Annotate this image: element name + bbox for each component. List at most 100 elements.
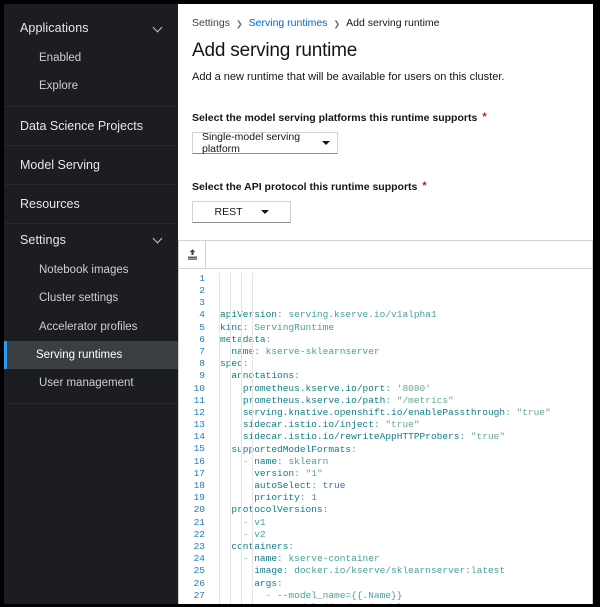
- line-number: 28: [179, 602, 205, 604]
- editor-toolbar: [179, 240, 592, 269]
- nav-group-resources: Resources: [4, 185, 178, 224]
- line-number: 9: [199, 370, 205, 382]
- platform-field-label: Select the model serving platforms this …: [192, 112, 579, 124]
- code-line[interactable]: spec:: [220, 358, 592, 370]
- sidebar-item-accelerator-profiles[interactable]: Accelerator profiles: [4, 313, 178, 341]
- line-number: 6: [199, 333, 205, 345]
- protocol-select[interactable]: REST: [192, 200, 291, 223]
- line-number: 18: [193, 480, 205, 492]
- line-number: 21: [193, 516, 205, 528]
- code-line[interactable]: image: docker.io/kserve/sklearnserver:la…: [220, 565, 592, 577]
- code-editor-area[interactable]: 1 2 3 4 5 6 7 8 9 10 11 12 13 14 15 16 17 18 19 20 21 22 23 24 2…: [179, 268, 592, 604]
- sidebar-item-applications[interactable]: Applications: [4, 12, 178, 44]
- line-number: 3: [199, 297, 205, 309]
- protocol-field-label: Select the API protocol this runtime sup…: [192, 181, 579, 193]
- breadcrumb-separator-icon: ❯: [235, 19, 243, 28]
- page-title: Add serving runtime: [192, 40, 358, 61]
- nav-group-settings: Settings Notebook images Cluster setting…: [4, 224, 178, 404]
- code-line[interactable]: serving.knative.openshift.io/enablePasst…: [220, 407, 592, 419]
- line-number: 7: [199, 345, 205, 357]
- breadcrumb-item-settings: Settings: [192, 17, 230, 29]
- chevron-down-icon: [322, 140, 330, 145]
- chevron-down-icon: [260, 209, 269, 214]
- sidebar-item-label: Applications: [20, 21, 89, 35]
- line-number: 25: [193, 565, 205, 577]
- sidebar-item-explore[interactable]: Explore: [4, 72, 178, 100]
- sidebar-item-model-serving[interactable]: Model Serving: [4, 146, 178, 184]
- code-line[interactable]: autoSelect: true: [220, 480, 592, 492]
- line-number: 11: [193, 394, 205, 406]
- code-line[interactable]: sidecar.istio.io/inject: "true": [220, 419, 592, 431]
- editor-code-content[interactable]: apiVersion: serving.kserve.io/v1alpha1 ki…: [212, 272, 592, 604]
- code-line[interactable]: sidecar.istio.io/rewriteAppHTTPProbers: …: [220, 431, 592, 443]
- code-line[interactable]: - v2: [220, 529, 592, 541]
- line-number: 2: [199, 285, 205, 297]
- page-description: Add a new runtime that will be available…: [192, 71, 505, 83]
- line-number: 20: [193, 504, 205, 516]
- sidebar-item-label: Settings: [20, 232, 66, 247]
- sidebar-item-settings[interactable]: Settings: [4, 224, 178, 256]
- code-line[interactable]: annotations:: [220, 370, 592, 382]
- line-number: 26: [193, 577, 205, 589]
- chevron-down-icon[interactable]: [153, 234, 164, 245]
- line-number: 17: [193, 467, 205, 479]
- line-number: 5: [199, 321, 205, 333]
- sidebar-item-serving-runtimes[interactable]: Serving runtimes: [4, 340, 178, 370]
- editor-line-numbers: 1 2 3 4 5 6 7 8 9 10 11 12 13 14 15 16 17 18 19 20 21 22 23 24 2…: [179, 273, 212, 604]
- code-line[interactable]: supportedModelFormats:: [220, 444, 592, 456]
- nav-group-applications: Applications Enabled Explore: [4, 12, 178, 107]
- main-content: Settings ❯ Serving runtimes ❯ Add servin…: [178, 4, 593, 604]
- protocol-select-value: REST: [214, 205, 243, 218]
- code-line[interactable]: - --model_name={{.Name}}: [220, 590, 592, 602]
- nav-sublist-settings: Notebook images Cluster settings Acceler…: [4, 256, 178, 403]
- line-number: 4: [199, 309, 205, 321]
- platform-select[interactable]: Single-model serving platform: [192, 130, 338, 155]
- line-number: 15: [193, 443, 205, 455]
- sidebar-item-data-science-projects[interactable]: Data Science Projects: [4, 107, 178, 145]
- line-number: 13: [193, 419, 205, 431]
- sidebar-item-enabled[interactable]: Enabled: [4, 44, 178, 72]
- code-line[interactable]: prometheus.kserve.io/port: '8080': [220, 383, 592, 395]
- nav-sublist-applications: Enabled Explore: [4, 44, 178, 106]
- main-padding: Settings ❯ Serving runtimes ❯ Add servin…: [178, 4, 593, 223]
- code-line[interactable]: apiVersion: serving.kserve.io/v1alpha1: [220, 309, 592, 321]
- platform-select-value: Single-model serving platform: [202, 130, 301, 155]
- breadcrumb-item-current: Add serving runtime: [346, 17, 440, 29]
- code-line[interactable]: protocolVersions:: [220, 504, 592, 516]
- line-number: 23: [193, 540, 205, 552]
- yaml-editor: 1 2 3 4 5 6 7 8 9 10 11 12 13 14 15 16 17 18 19 20 21 22 23 24 2…: [178, 239, 593, 604]
- line-number: 22: [193, 528, 205, 540]
- code-line[interactable]: priority: 1: [220, 492, 592, 504]
- chevron-down-icon[interactable]: [153, 23, 164, 34]
- line-number: 19: [193, 492, 205, 504]
- code-line[interactable]: - name: kserve-container: [220, 553, 592, 565]
- required-marker: *: [422, 180, 427, 193]
- upload-icon[interactable]: [179, 240, 206, 268]
- code-line[interactable]: - --model_dir=/mnt/models: [220, 602, 592, 604]
- sidebar-item-cluster-settings[interactable]: Cluster settings: [4, 284, 178, 312]
- line-number: 10: [193, 382, 205, 394]
- sidebar-item-notebook-images[interactable]: Notebook images: [4, 256, 178, 284]
- protocol-field-label-text: Select the API protocol this runtime sup…: [192, 180, 418, 193]
- code-line[interactable]: prometheus.kserve.io/path: "/metrics": [220, 395, 592, 407]
- sidebar-navigation: Applications Enabled Explore Data Scienc…: [4, 4, 178, 604]
- code-line[interactable]: - name: sklearn: [220, 456, 592, 468]
- line-number: 14: [193, 431, 205, 443]
- code-line[interactable]: name: kserve-sklearnserver: [220, 346, 592, 358]
- code-line[interactable]: containers:: [220, 541, 592, 553]
- sidebar-item-resources[interactable]: Resources: [4, 185, 178, 223]
- sidebar-item-user-management[interactable]: User management: [4, 369, 178, 397]
- platform-field-label-text: Select the model serving platforms this …: [192, 111, 478, 124]
- line-number: 12: [193, 406, 205, 418]
- code-line[interactable]: metadata:: [220, 334, 592, 346]
- code-line[interactable]: kind: ServingRuntime: [220, 322, 592, 334]
- code-line[interactable]: version: "1": [220, 468, 592, 480]
- line-number: 27: [193, 589, 205, 601]
- app-window: Applications Enabled Explore Data Scienc…: [4, 4, 593, 604]
- code-line[interactable]: args:: [220, 578, 592, 590]
- nav-group-model-serving: Model Serving: [4, 146, 178, 185]
- code-line[interactable]: - v1: [220, 517, 592, 529]
- breadcrumb: Settings ❯ Serving runtimes ❯ Add servin…: [192, 4, 579, 29]
- breadcrumb-link-serving-runtimes[interactable]: Serving runtimes: [249, 17, 328, 29]
- line-number: 8: [199, 358, 205, 370]
